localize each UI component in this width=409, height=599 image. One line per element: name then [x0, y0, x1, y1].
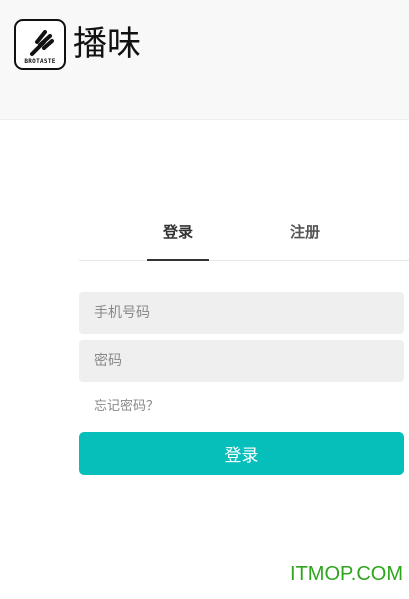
- phone-input[interactable]: [79, 292, 404, 334]
- active-tab-indicator: [147, 259, 209, 261]
- login-button[interactable]: 登录: [79, 432, 404, 475]
- app-header: BROTASTE 播味: [0, 0, 409, 120]
- auth-tabs: 登录 注册: [79, 211, 409, 261]
- password-input[interactable]: [79, 340, 404, 382]
- app-name: 播味: [73, 24, 141, 64]
- watermark: ITMOP.COM: [290, 563, 403, 585]
- forgot-password-link[interactable]: 忘记密码？: [94, 398, 159, 416]
- tab-login-label: 登录: [162, 223, 193, 241]
- brand-logo: BROTASTE: [14, 19, 66, 70]
- tab-login[interactable]: 登录: [147, 211, 209, 261]
- tab-register[interactable]: 注册: [274, 211, 336, 260]
- logo-text: BROTASTE: [24, 58, 56, 65]
- tab-register-label: 注册: [289, 223, 320, 241]
- fork-icon: [30, 30, 54, 56]
